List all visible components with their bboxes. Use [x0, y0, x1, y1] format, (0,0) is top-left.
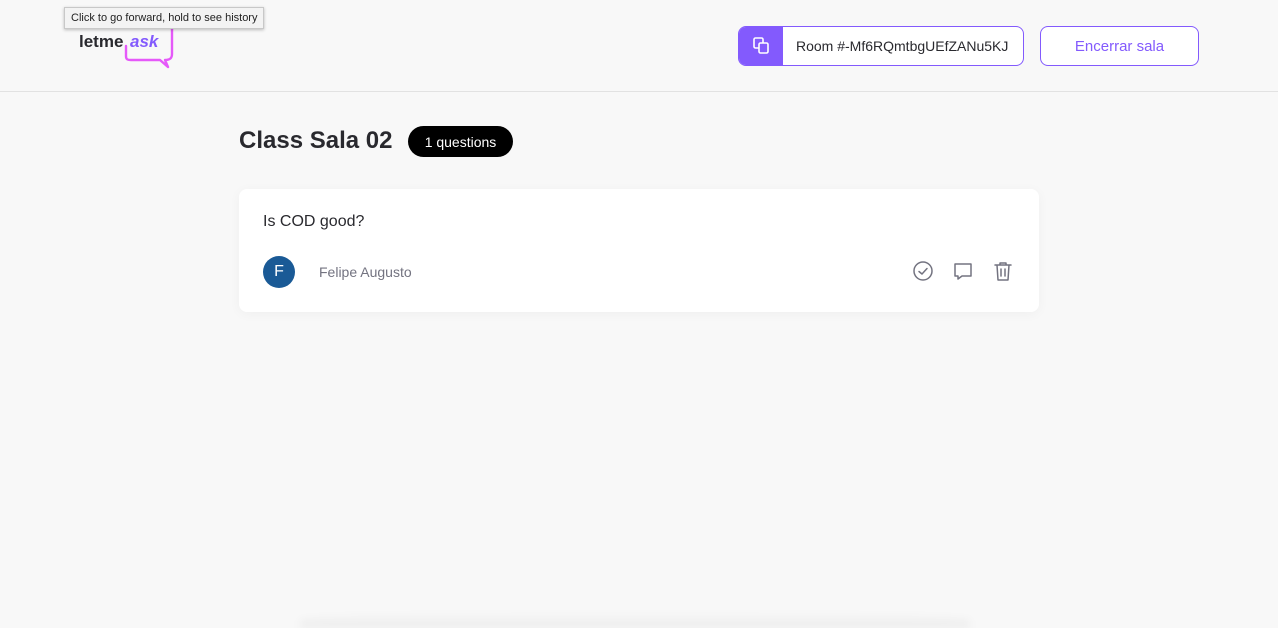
question-card: Is COD good? F Felipe Augusto — [239, 189, 1039, 312]
check-circle-icon[interactable] — [911, 259, 935, 283]
copy-icon[interactable] — [739, 27, 783, 65]
browser-tooltip: Click to go forward, hold to see history — [64, 7, 265, 29]
trash-icon[interactable] — [991, 259, 1015, 283]
page-title: Class Sala 02 — [239, 127, 393, 154]
question-content: Is COD good? — [263, 213, 365, 230]
chat-bubble-icon[interactable] — [951, 259, 975, 283]
app-header: letme ask Click to go forward, hold to s… — [0, 0, 1278, 92]
room-code-label: Room #-Mf6RQmtbgUEfZANu5KJ — [796, 38, 1009, 54]
logo-word-letme: letme — [79, 32, 123, 51]
bottom-shadow — [300, 612, 970, 628]
avatar: F — [263, 256, 295, 288]
question-count-badge: 1 questions — [408, 126, 513, 157]
logo-word-ask: ask — [130, 32, 160, 51]
room-code-button[interactable]: Room #-Mf6RQmtbgUEfZANu5KJ — [738, 26, 1024, 66]
end-room-button[interactable]: Encerrar sala — [1040, 26, 1199, 66]
author-name: Felipe Augusto — [319, 264, 412, 280]
